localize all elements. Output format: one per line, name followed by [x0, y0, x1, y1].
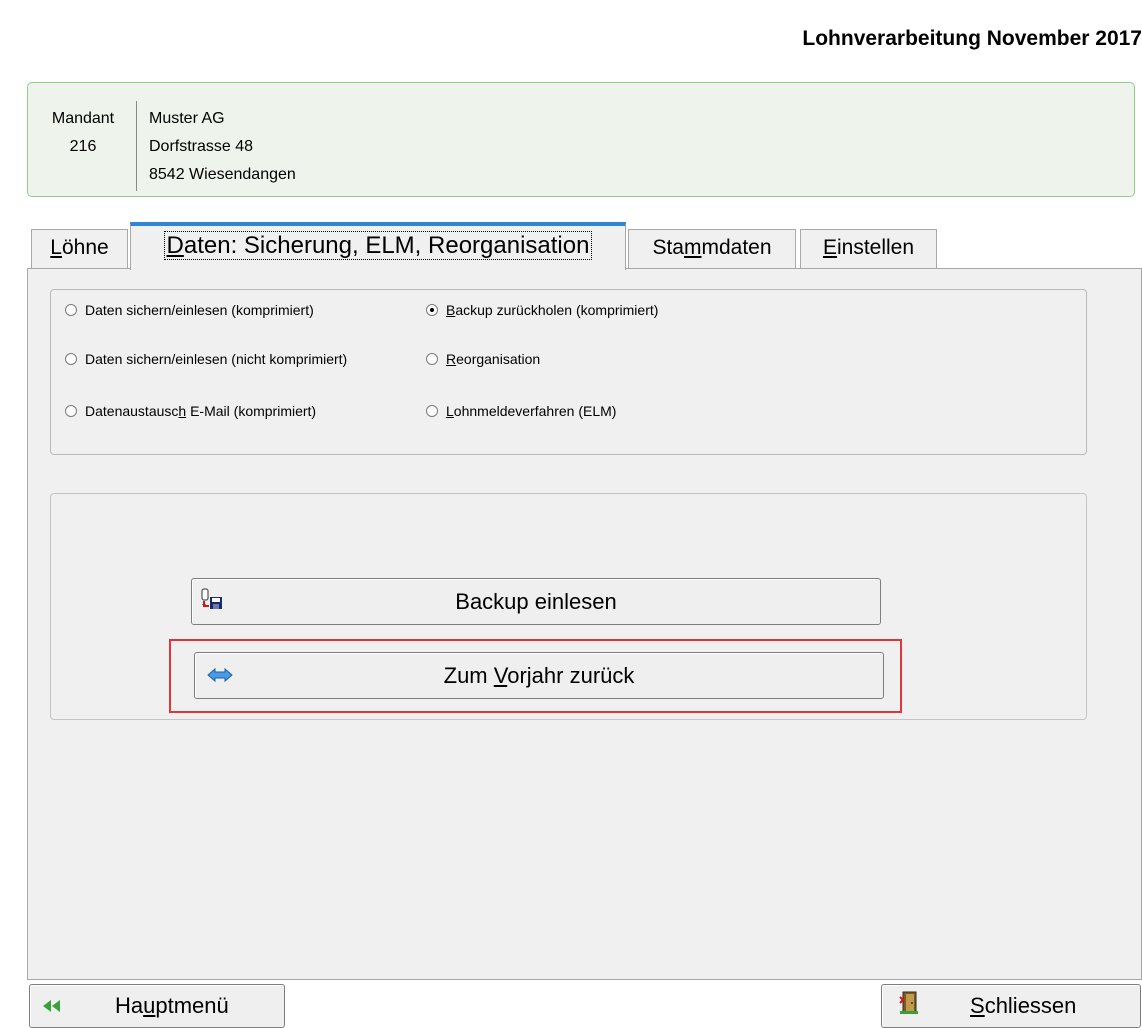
tab-stammdaten[interactable]: Stammdaten: [628, 229, 796, 269]
radio-button-checked[interactable]: [426, 304, 438, 316]
radio-label: Backup zurückholen (komprimiert): [446, 302, 659, 318]
radio-datenaustausch-email[interactable]: Datenaustausch E-Mail (komprimiert): [65, 403, 316, 419]
radio-daten-sichern-nicht-komprimiert[interactable]: Daten sichern/einlesen (nicht komprimier…: [65, 351, 347, 367]
main-menu-button[interactable]: Hauptmenü: [29, 984, 285, 1028]
close-button[interactable]: Schliessen: [881, 984, 1141, 1028]
button-label: Backup einlesen: [455, 588, 617, 614]
tab-loehne[interactable]: Löhne: [31, 229, 128, 269]
radio-button[interactable]: [426, 405, 438, 417]
radio-label: Lohnmeldeverfahren (ELM): [446, 403, 617, 419]
radio-button[interactable]: [65, 405, 77, 417]
button-label: Zum Vorjahr zurück: [443, 662, 635, 688]
client-label: Mandant: [51, 110, 115, 127]
client-info-panel: Mandant 216 Muster AG Dorfstrasse 48 854…: [27, 82, 1135, 197]
client-street: Dorfstrasse 48: [149, 138, 254, 155]
options-group: Daten sichern/einlesen (komprimiert) Dat…: [50, 289, 1087, 455]
tab-daten[interactable]: Daten: Sicherung, ELM, Reorganisation: [130, 222, 626, 270]
radio-daten-sichern-komprimiert[interactable]: Daten sichern/einlesen (komprimiert): [65, 302, 314, 318]
backup-einlesen-button[interactable]: Backup einlesen: [191, 578, 881, 625]
client-id: Mandant 216: [28, 105, 138, 161]
action-group: Backup einlesen Zum Vorjahr zurück: [50, 493, 1087, 720]
radio-label: Reorganisation: [446, 351, 541, 367]
radio-label: Daten sichern/einlesen (komprimiert): [85, 302, 314, 318]
page-title: Lohnverarbeitung November 2017: [802, 27, 1142, 50]
radio-label: Daten sichern/einlesen (nicht komprimier…: [85, 351, 348, 367]
exit-door-icon: [898, 991, 920, 1021]
zum-vorjahr-zurueck-button[interactable]: Zum Vorjahr zurück: [194, 652, 884, 699]
tab-panel: Daten sichern/einlesen (komprimiert) Dat…: [27, 268, 1142, 980]
client-number: 216: [69, 138, 97, 155]
radio-reorganisation[interactable]: Reorganisation: [426, 351, 540, 367]
double-arrow-left-icon: [42, 993, 62, 1019]
client-city: 8542 Wiesendangen: [149, 166, 296, 183]
radio-lohnmeldeverfahren[interactable]: Lohnmeldeverfahren (ELM): [426, 403, 616, 419]
radio-button[interactable]: [426, 353, 438, 365]
radio-label: Datenaustausch E-Mail (komprimiert): [85, 403, 317, 419]
divider: [136, 101, 137, 191]
radio-button[interactable]: [65, 304, 77, 316]
radio-backup-zurueckholen[interactable]: Backup zurückholen (komprimiert): [426, 302, 658, 318]
client-address: Muster AG Dorfstrasse 48 8542 Wiesendang…: [149, 105, 296, 189]
button-label: Hauptmenü: [115, 993, 229, 1018]
client-name: Muster AG: [149, 110, 225, 127]
radio-button[interactable]: [65, 353, 77, 365]
button-label: Schliessen: [970, 993, 1077, 1018]
tab-einstellen[interactable]: Einstellen: [800, 229, 937, 269]
